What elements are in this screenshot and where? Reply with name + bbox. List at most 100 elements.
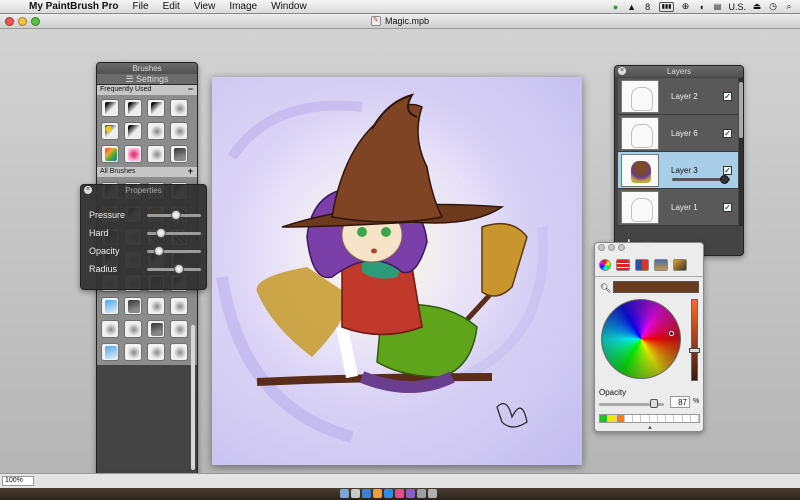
app-store-icon[interactable] bbox=[384, 489, 393, 498]
frequent-brush-4[interactable] bbox=[170, 99, 188, 117]
properties-panel-title[interactable]: × Properties bbox=[81, 185, 206, 196]
app-menu[interactable]: My PaintBrush Pro bbox=[22, 0, 125, 14]
all-brush-22[interactable] bbox=[124, 297, 142, 315]
spotlight-icon[interactable]: ⌕ bbox=[784, 1, 794, 12]
menu-image[interactable]: Image bbox=[222, 0, 264, 14]
layers-scrollbar[interactable] bbox=[739, 78, 743, 226]
all-brush-31[interactable] bbox=[147, 343, 165, 361]
image-palettes-tab-icon[interactable] bbox=[654, 259, 668, 271]
trash-icon[interactable] bbox=[428, 489, 437, 498]
layer-visibility-checkbox[interactable]: ✓ bbox=[723, 165, 732, 175]
all-brush-26[interactable] bbox=[124, 320, 142, 338]
frequent-brush-10[interactable] bbox=[124, 145, 142, 163]
colors-minimize-button[interactable] bbox=[608, 244, 615, 251]
magnifier-icon[interactable]: 🔍︎ bbox=[600, 283, 611, 294]
paintbrush-icon[interactable] bbox=[406, 489, 415, 498]
menu-view[interactable]: View bbox=[187, 0, 223, 14]
swatch-drawer[interactable] bbox=[599, 414, 700, 423]
add-brush-button[interactable]: + bbox=[188, 167, 193, 176]
frequent-brush-7[interactable] bbox=[147, 122, 165, 140]
property-radius-knob[interactable] bbox=[174, 264, 185, 274]
all-brush-30[interactable] bbox=[124, 343, 142, 361]
property-opacity-knob[interactable] bbox=[153, 246, 164, 256]
window-minimize-button[interactable] bbox=[18, 17, 27, 26]
eject-icon[interactable]: ⏏ bbox=[752, 1, 762, 12]
swatch[interactable] bbox=[666, 415, 675, 422]
layer-visibility-checkbox[interactable]: ✓ bbox=[723, 128, 732, 138]
swatch[interactable] bbox=[690, 415, 699, 422]
layer-opacity-slider[interactable] bbox=[672, 175, 730, 184]
battery-icon[interactable]: ▮▮▮ bbox=[658, 1, 675, 12]
volume-icon[interactable]: ◖ bbox=[696, 2, 706, 12]
window-titlebar[interactable]: ✎ Magic.mpb bbox=[0, 14, 800, 29]
property-pressure-knob[interactable] bbox=[171, 210, 182, 220]
layer-row[interactable]: Layer 3 ✓ bbox=[618, 152, 738, 189]
finder-icon[interactable] bbox=[340, 489, 349, 498]
menu-file[interactable]: File bbox=[125, 0, 155, 14]
swatch[interactable] bbox=[657, 415, 666, 422]
colors-close-button[interactable] bbox=[598, 244, 605, 251]
notification-count[interactable]: 8 bbox=[643, 2, 653, 12]
swatch[interactable] bbox=[633, 415, 642, 422]
all-brush-32[interactable] bbox=[170, 343, 188, 361]
layer-visibility-checkbox[interactable]: ✓ bbox=[723, 91, 732, 101]
brush-settings-button[interactable]: ☰ Settings bbox=[97, 74, 197, 85]
swatch[interactable] bbox=[682, 415, 691, 422]
frequent-brush-1[interactable] bbox=[101, 99, 119, 117]
layers-close-icon[interactable]: × bbox=[618, 67, 626, 75]
evernote-icon[interactable]: ● bbox=[611, 2, 621, 12]
system-icon[interactable] bbox=[351, 489, 360, 498]
all-brush-29[interactable] bbox=[101, 343, 119, 361]
preferences-icon[interactable] bbox=[417, 489, 426, 498]
frequent-brush-8[interactable] bbox=[170, 122, 188, 140]
window-zoom-button[interactable] bbox=[31, 17, 40, 26]
swatch[interactable] bbox=[641, 415, 650, 422]
layer-visibility-checkbox[interactable]: ✓ bbox=[723, 202, 732, 212]
menu-window[interactable]: Window bbox=[264, 0, 314, 14]
accessibility-icon[interactable]: ⊕ bbox=[680, 1, 690, 12]
brightness-slider[interactable] bbox=[691, 299, 698, 381]
mail-icon[interactable] bbox=[373, 489, 382, 498]
all-brush-21[interactable] bbox=[101, 297, 119, 315]
frequent-brush-3[interactable] bbox=[147, 99, 165, 117]
all-brush-24[interactable] bbox=[170, 297, 188, 315]
layer-row[interactable]: Layer 6 ✓ bbox=[618, 115, 738, 152]
property-hard-knob[interactable] bbox=[155, 228, 166, 238]
current-color-swatch[interactable] bbox=[613, 281, 699, 293]
all-brush-27[interactable] bbox=[147, 320, 165, 338]
frequent-brush-9[interactable] bbox=[101, 145, 119, 163]
clock-icon[interactable]: ◷ bbox=[768, 1, 778, 12]
all-brush-28[interactable] bbox=[170, 320, 188, 338]
brushes-panel-title[interactable]: Brushes bbox=[97, 63, 197, 74]
crayons-tab-icon[interactable] bbox=[673, 259, 687, 271]
frequently-used-header[interactable]: Frequently Used − bbox=[97, 85, 197, 95]
colors-titlebar[interactable] bbox=[595, 243, 703, 252]
swatch[interactable] bbox=[674, 415, 683, 422]
input-source-label[interactable]: U.S. bbox=[728, 2, 746, 12]
swatch[interactable] bbox=[624, 415, 633, 422]
frequent-brush-6[interactable] bbox=[124, 122, 142, 140]
flag-icon[interactable]: ▤ bbox=[712, 2, 722, 11]
frequent-brush-11[interactable] bbox=[147, 145, 165, 163]
frequent-brush-12[interactable] bbox=[170, 145, 188, 163]
drawer-handle-icon[interactable]: ▲ bbox=[647, 425, 653, 431]
swatch[interactable] bbox=[616, 415, 625, 422]
all-brush-23[interactable] bbox=[147, 297, 165, 315]
adobe-icon[interactable]: ▲ bbox=[627, 2, 637, 12]
scroll-up-icon[interactable]: ▲ bbox=[190, 465, 196, 471]
frequent-brush-5[interactable] bbox=[101, 122, 119, 140]
color-wheel-tab-icon[interactable] bbox=[599, 259, 611, 271]
brushes-scrollbar[interactable] bbox=[191, 325, 195, 470]
swatch[interactable] bbox=[649, 415, 658, 422]
all-brush-25[interactable] bbox=[101, 320, 119, 338]
collapse-frequent-button[interactable]: − bbox=[188, 85, 193, 94]
opacity-knob[interactable] bbox=[650, 399, 658, 408]
properties-close-icon[interactable]: × bbox=[84, 186, 92, 194]
color-wheel-selector[interactable] bbox=[669, 331, 674, 336]
swatch[interactable] bbox=[608, 415, 617, 422]
color-sliders-tab-icon[interactable] bbox=[616, 259, 630, 271]
opacity-value-field[interactable]: 87 bbox=[670, 396, 690, 408]
color-wheel[interactable] bbox=[601, 299, 681, 379]
brightness-knob[interactable] bbox=[689, 348, 700, 353]
color-palettes-tab-icon[interactable] bbox=[635, 259, 649, 271]
